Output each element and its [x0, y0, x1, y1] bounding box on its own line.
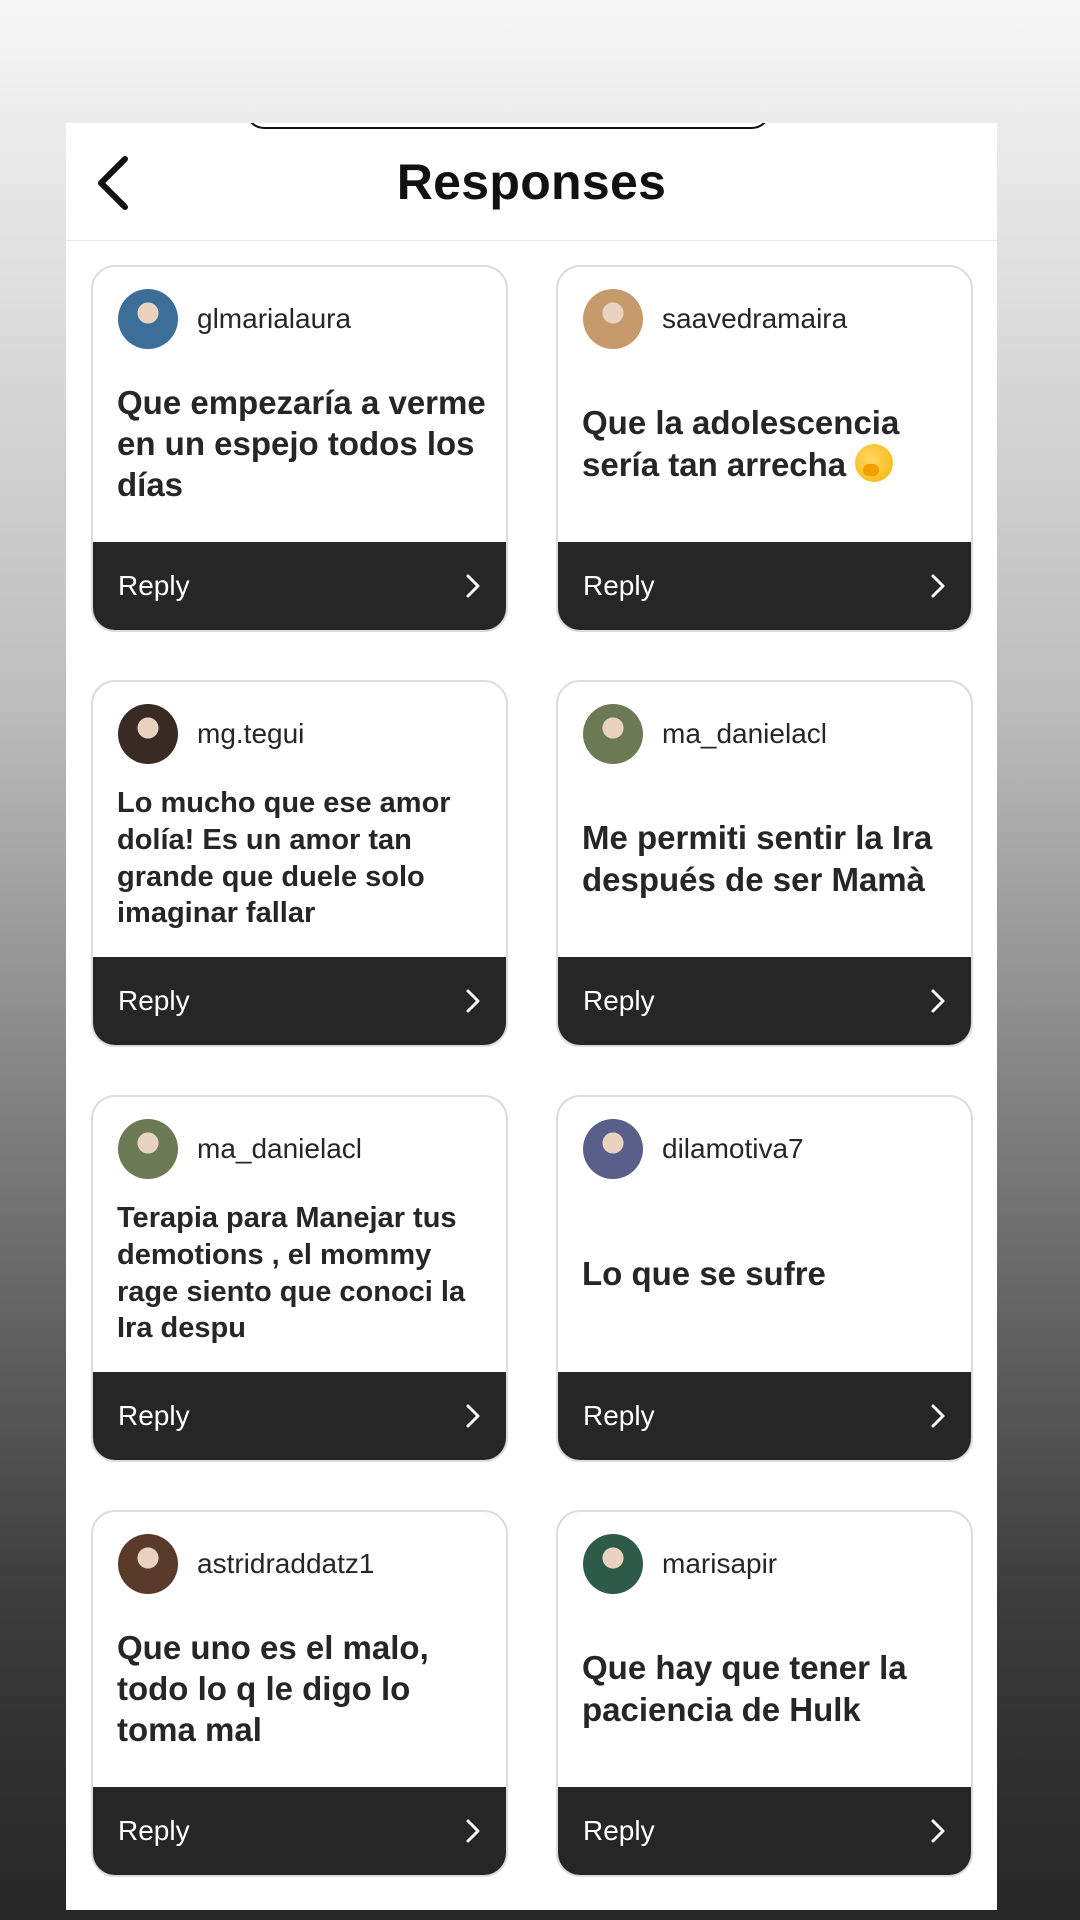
page-title: Responses [396, 154, 667, 210]
avatar[interactable] [118, 1534, 178, 1594]
chevron-right-icon [931, 1404, 945, 1428]
response-card: glmarialaura Que empezaría a verme en un… [91, 265, 508, 632]
response-user[interactable]: dilamotiva7 [582, 1119, 947, 1179]
reply-button[interactable]: Reply [93, 957, 506, 1045]
response-text-content: Me permiti sentir la Ira después de ser … [582, 819, 933, 898]
response-content: mg.tegui Lo mucho que ese amor dolía! Es… [93, 682, 506, 957]
response-text-content: Lo mucho que ese amor dolía! Es un amor … [117, 786, 451, 930]
username[interactable]: ma_danielacl [197, 1133, 362, 1165]
reply-label: Reply [583, 985, 655, 1016]
chevron-right-icon [466, 574, 480, 598]
username[interactable]: marisapir [662, 1548, 777, 1580]
response-content: dilamotiva7 Lo que se sufre [558, 1097, 971, 1372]
reply-label: Reply [118, 1400, 190, 1431]
response-text-content: Lo que se sufre [582, 1254, 826, 1292]
response-card: saavedramaira Que la adolescencia sería … [556, 265, 973, 632]
response-user[interactable]: marisapir [582, 1534, 947, 1594]
response-text-wrap: Lo que se sufre [582, 1197, 951, 1350]
response-card: marisapir Que hay que tener la paciencia… [556, 1510, 973, 1877]
response-user[interactable]: ma_danielacl [582, 704, 947, 764]
response-text: Me permiti sentir la Ira después de ser … [582, 817, 951, 900]
username[interactable]: astridraddatz1 [197, 1548, 374, 1580]
reply-label: Reply [118, 570, 190, 601]
response-user[interactable]: astridraddatz1 [117, 1534, 482, 1594]
username[interactable]: mg.tegui [197, 718, 304, 750]
response-text-wrap: Que uno es el malo, todo lo q le digo lo… [117, 1612, 486, 1765]
response-text-content: Que uno es el malo, todo lo q le digo lo… [117, 1628, 429, 1749]
reply-label: Reply [583, 1815, 655, 1846]
reply-label: Reply [583, 1400, 655, 1431]
response-user[interactable]: ma_danielacl [117, 1119, 482, 1179]
avatar[interactable] [583, 1119, 643, 1179]
response-text-content: Terapia para Manejar tus demotions , el … [117, 1201, 466, 1345]
response-card: ma_danielacl Terapia para Manejar tus de… [91, 1095, 508, 1462]
response-content: ma_danielacl Terapia para Manejar tus de… [93, 1097, 506, 1372]
responses-grid: glmarialaura Que empezaría a verme en un… [91, 265, 973, 1877]
response-text-wrap: Que empezaría a verme en un espejo todos… [117, 367, 486, 520]
response-content: astridraddatz1 Que uno es el malo, todo … [93, 1512, 506, 1787]
username[interactable]: saavedramaira [662, 303, 847, 335]
avatar[interactable] [118, 289, 178, 349]
reply-button[interactable]: Reply [93, 1787, 506, 1875]
username[interactable]: ma_danielacl [662, 718, 827, 750]
avatar[interactable] [583, 289, 643, 349]
response-text: Que hay que tener la paciencia de Hulk [582, 1647, 951, 1730]
response-card: dilamotiva7 Lo que se sufre Reply [556, 1095, 973, 1462]
response-content: saavedramaira Que la adolescencia sería … [558, 267, 971, 542]
response-text-wrap: Que hay que tener la paciencia de Hulk [582, 1612, 951, 1765]
response-text-content: Que hay que tener la paciencia de Hulk [582, 1649, 907, 1728]
response-card: ma_danielacl Me permiti sentir la Ira de… [556, 680, 973, 1047]
chevron-right-icon [931, 1819, 945, 1843]
reply-button[interactable]: Reply [93, 542, 506, 630]
response-text-wrap: Me permiti sentir la Ira después de ser … [582, 782, 951, 935]
response-text: Lo que se sufre [582, 1253, 826, 1294]
response-text: Que empezaría a verme en un espejo todos… [117, 382, 486, 506]
response-user[interactable]: saavedramaira [582, 289, 947, 349]
reply-button[interactable]: Reply [93, 1372, 506, 1460]
chevron-right-icon [466, 989, 480, 1013]
response-text-content: Que la adolescencia sería tan arrecha [582, 404, 900, 483]
response-content: ma_danielacl Me permiti sentir la Ira de… [558, 682, 971, 957]
response-text-wrap: Que la adolescencia sería tan arrecha [582, 367, 951, 520]
avatar[interactable] [118, 704, 178, 764]
response-text: Terapia para Manejar tus demotions , el … [117, 1200, 486, 1347]
response-user[interactable]: glmarialaura [117, 289, 482, 349]
response-user[interactable]: mg.tegui [117, 704, 482, 764]
username[interactable]: glmarialaura [197, 303, 351, 335]
reply-button[interactable]: Reply [558, 1372, 971, 1460]
username[interactable]: dilamotiva7 [662, 1133, 804, 1165]
header: Responses [66, 123, 997, 241]
reply-label: Reply [118, 1815, 190, 1846]
response-card: astridraddatz1 Que uno es el malo, todo … [91, 1510, 508, 1877]
response-text-content: Que empezaría a verme en un espejo todos… [117, 383, 486, 504]
response-card: mg.tegui Lo mucho que ese amor dolía! Es… [91, 680, 508, 1047]
avatar[interactable] [118, 1119, 178, 1179]
response-content: marisapir Que hay que tener la paciencia… [558, 1512, 971, 1787]
chevron-right-icon [466, 1404, 480, 1428]
reply-label: Reply [118, 985, 190, 1016]
reply-label: Reply [583, 570, 655, 601]
avatar[interactable] [583, 1534, 643, 1594]
chevron-right-icon [466, 1819, 480, 1843]
hand-over-mouth-emoji [855, 443, 894, 482]
responses-panel: Responses glmarialaura Que empezaría a v… [66, 123, 997, 1910]
chevron-right-icon [931, 989, 945, 1013]
response-text-wrap: Terapia para Manejar tus demotions , el … [117, 1197, 486, 1350]
avatar[interactable] [583, 704, 643, 764]
reply-button[interactable]: Reply [558, 957, 971, 1045]
chevron-right-icon [931, 574, 945, 598]
response-text: Que uno es el malo, todo lo q le digo lo… [117, 1627, 486, 1751]
response-content: glmarialaura Que empezaría a verme en un… [93, 267, 506, 542]
response-text-wrap: Lo mucho que ese amor dolía! Es un amor … [117, 782, 486, 935]
response-text: Que la adolescencia sería tan arrecha [582, 402, 951, 485]
reply-button[interactable]: Reply [558, 1787, 971, 1875]
reply-button[interactable]: Reply [558, 542, 971, 630]
response-text: Lo mucho que ese amor dolía! Es un amor … [117, 785, 486, 932]
